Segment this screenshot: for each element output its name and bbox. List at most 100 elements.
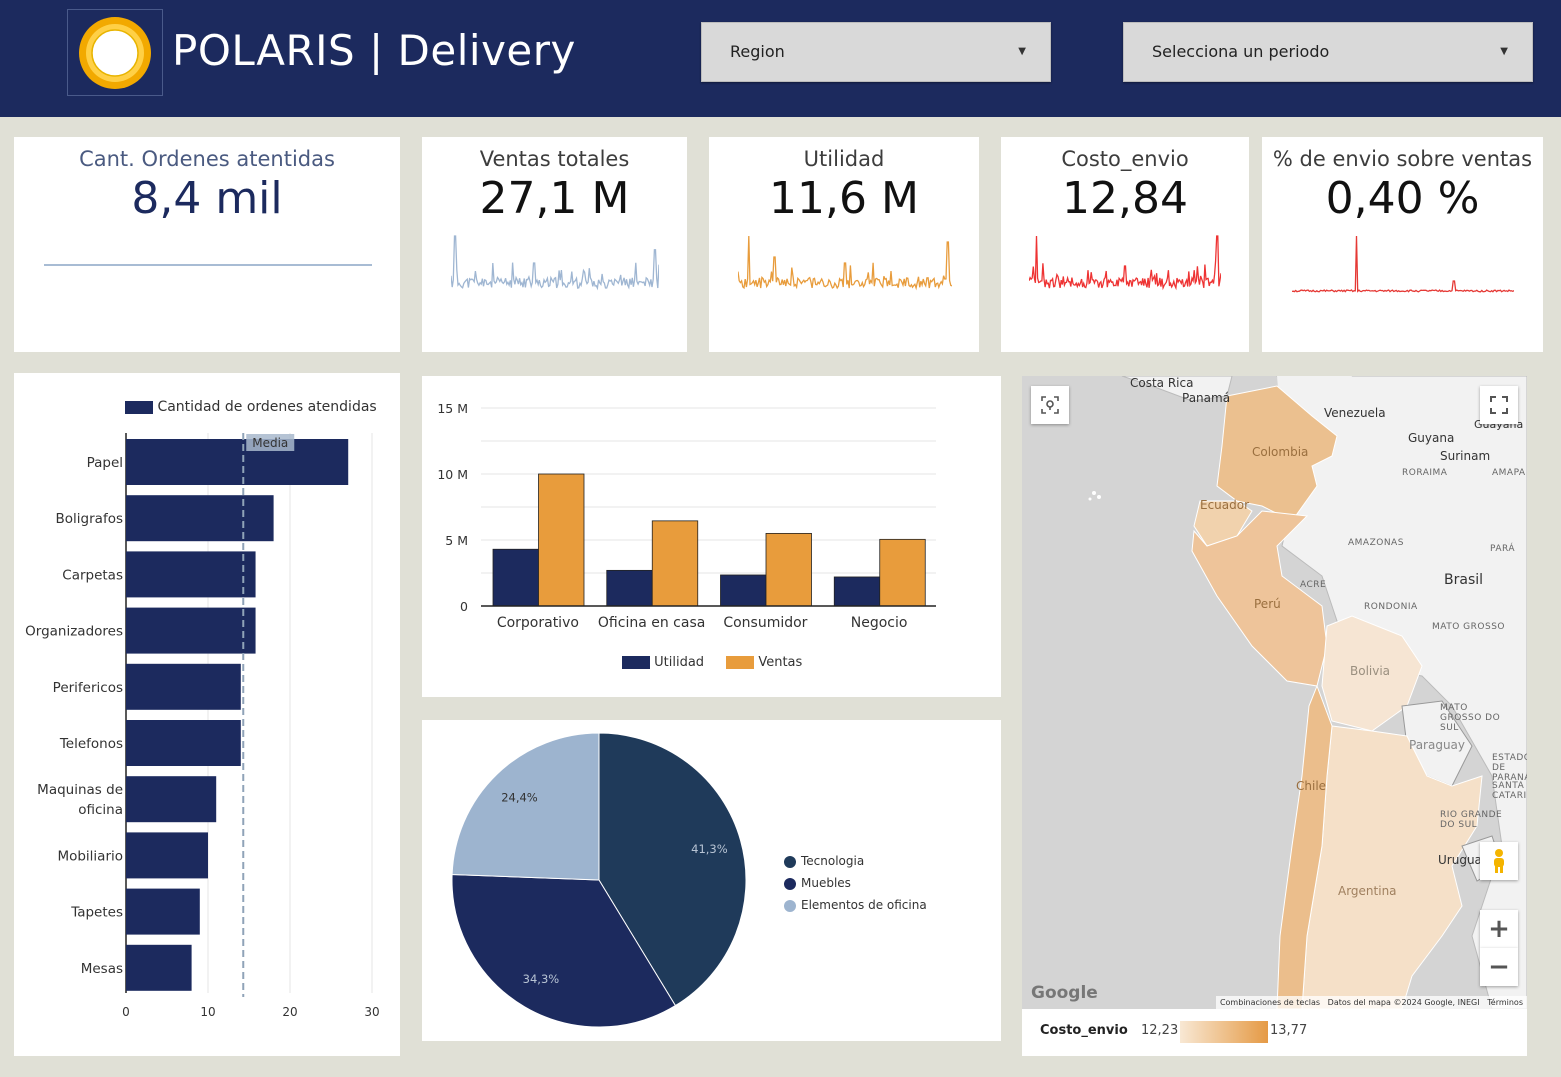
map-label: Perú [1254,597,1281,611]
bar [126,720,241,766]
y-tick-label: 5 M [445,533,468,548]
chevron-down-icon: ▼ [1018,46,1026,57]
bar [126,776,217,823]
bar [879,538,926,607]
map-attribution: Combinaciones de teclas Datos del mapa ©… [1215,996,1527,1009]
category-label: Papel [87,455,123,471]
y-tick-label: 10 M [437,467,468,482]
pie-legend-item: Elementos de oficina [784,894,927,916]
hbar-svg: 0 10 20 30 Papel Boligrafos Carpetas Organizado… [25,433,380,1019]
pie-slice [451,732,600,881]
map-label: Panamá [1182,391,1231,405]
orders-by-subcategory-chart: Cantidad de ordenes atendidas 0 10 20 30 Pap… [14,373,400,1056]
bar [126,944,192,991]
category-label: Maquinas de [37,782,123,798]
mean-label: Media [252,436,288,450]
legend-label: Elementos de oficina [801,898,927,912]
map-data-text: Datos del mapa ©2024 Google, INEGI [1327,998,1480,1007]
kpi-sparkline [1292,235,1514,293]
map-region-label: AMAPA [1492,468,1526,478]
bar [126,607,256,654]
street-view-button[interactable] [1480,842,1518,880]
sparkline-path [451,235,659,291]
legend-label: Ventas [758,655,803,670]
map-label: Surinam [1440,449,1491,463]
vbar-svg: 0 5 M 10 M 15 M Corporativo Oficina en casa Co… [437,401,936,631]
bar [126,663,241,710]
kpi-sparkline [451,235,659,291]
map-legend-title: Costo_envio [1040,1023,1128,1038]
app-title: POLARIS | Delivery [172,26,576,75]
kpi-card-shipping-pct: % de envio sobre ventas 0,40 % [1262,137,1543,352]
bar [126,495,274,542]
category-label: Negocio [851,615,908,631]
map-legend-min: 12,23 [1141,1023,1179,1038]
kpi-sparkline [738,235,952,291]
kpi-label: Utilidad [803,147,885,171]
kpi-label: % de envio sobre ventas [1272,147,1533,171]
region-filter-dropdown[interactable]: Region ▼ [701,22,1051,82]
x-tick-label: 0 [122,1005,130,1019]
bar [606,569,653,607]
legend-dot [784,899,796,912]
bar [126,439,349,485]
fullscreen-button[interactable] [1480,386,1518,424]
slice-label: 34,3% [523,972,560,986]
map-label: Venezuela [1324,406,1386,420]
bar [126,832,208,879]
bar [720,574,767,607]
bar [538,473,585,607]
kpi-sparkline [1029,235,1221,291]
category-label: Boligrafos [56,511,123,527]
legend-dot [784,877,796,890]
category-label: Corporativo [497,615,579,631]
y-tick-label: 0 [460,599,468,614]
kpi-card-orders: Cant. Ordenes atentidas 8,4 mil [14,137,400,352]
map-label: Brasil [1444,572,1484,588]
x-tick-label: 10 [200,1005,215,1019]
period-filter-dropdown[interactable]: Selecciona un periodo ▼ [1123,22,1533,82]
bar [126,551,256,598]
shipping-cost-map: Costa Rica Panamá Venezuela Guyana Surin… [1022,376,1527,1056]
kpi-label: Cant. Ordenes atentidas [79,147,335,171]
map-region-label: ACRE [1300,580,1327,590]
map-region-label: RORAIMA [1402,468,1448,478]
bar [126,888,200,935]
map-region-label: SANTA CATARINA [1492,781,1527,801]
chart-legend: Utilidad Ventas [622,655,802,670]
sparkline-path [1029,235,1221,291]
segment-sales-profit-chart: 0 5 M 10 M 15 M Corporativo Oficina en casa Co… [422,376,1001,697]
category-pie-chart: 41,3% 34,3% 24,4% Tecnologia Muebles Eleme… [422,720,1001,1041]
legend-label: Utilidad [654,655,705,670]
category-label: Organizadores [25,624,123,640]
period-filter-label: Selecciona un periodo [1152,42,1330,61]
kpi-value: 11,6 M [769,173,919,224]
bar [492,548,539,607]
map-label: Colombia [1252,445,1309,459]
kpi-card-profit: Utilidad 11,6 M [709,137,979,352]
kpi-value: 8,4 mil [131,173,283,224]
zoom-in-button[interactable]: + [1480,910,1518,948]
zoom-out-button[interactable]: − [1480,948,1518,986]
bar [765,532,812,607]
keyboard-shortcuts-link[interactable]: Combinaciones de teclas [1220,998,1320,1007]
pie-legend-item: Tecnologia [784,850,927,872]
pie-legend: Tecnologia Muebles Elementos de oficina [784,850,927,916]
map-label: Chile [1296,779,1327,793]
app-header: POLARIS | Delivery Region ▼ Selecciona u… [0,0,1561,117]
legend-dot [784,855,796,868]
slice-label: 41,3% [691,842,728,856]
map-region-label: RONDONIA [1364,602,1418,612]
map-label: Bolivia [1350,664,1391,678]
map-legend-gradient [1180,1021,1268,1043]
map-region-label: RIO GRANDE DO SUL [1440,810,1503,830]
category-label: Perifericos [53,680,123,696]
terms-link[interactable]: Términos [1487,998,1523,1007]
kpi-value: 27,1 M [479,173,630,224]
kpi-sparkline [44,264,372,266]
locate-me-button[interactable] [1031,386,1069,424]
bar [651,520,699,607]
region-filter-label: Region [730,42,785,61]
map-canvas[interactable]: Costa Rica Panamá Venezuela Guyana Surin… [1022,376,1527,1009]
kpi-card-sales: Ventas totales 27,1 M [422,137,687,352]
